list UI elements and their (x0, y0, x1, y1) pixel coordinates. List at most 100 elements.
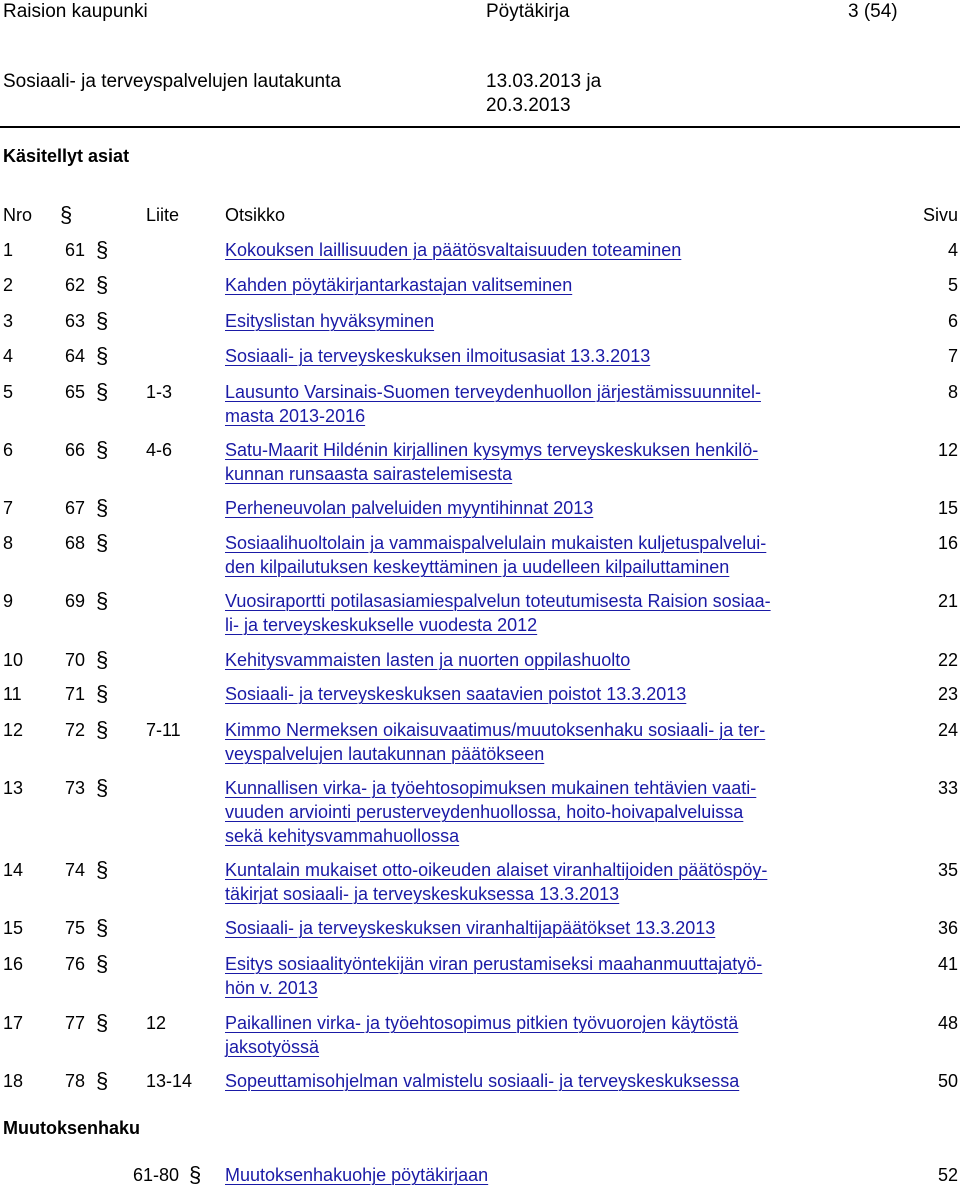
item-title-line1[interactable]: Lausunto Varsinais-Suomen terveydenhuoll… (225, 380, 761, 404)
item-number: 15 (3, 918, 24, 938)
section-sign: § (96, 775, 109, 800)
item-page: 16 (937, 533, 958, 553)
item-number: 16 (3, 954, 24, 974)
item-number: 12 (3, 720, 24, 740)
item-pykala: 62 (65, 275, 86, 295)
item-title-line2[interactable]: jaksotyössä (225, 1035, 738, 1059)
organization-name: Raision kaupunki (3, 1, 148, 22)
section-sign: § (96, 1010, 109, 1035)
item-number: 6 (3, 440, 14, 460)
item-pykala: 70 (65, 650, 86, 670)
item-page: 35 (937, 860, 958, 880)
item-title-line1[interactable]: Kimmo Nermeksen oikaisuvaatimus/muutokse… (225, 718, 765, 742)
meeting-date-line1: 13.03.2013 ja (486, 71, 602, 92)
item-number: 1 (3, 240, 14, 260)
item-attachment: 7-11 (146, 720, 181, 740)
section-sign: § (96, 588, 109, 613)
section-sign: § (96, 1068, 109, 1093)
item-title-link[interactable]: Sopeuttamisohjelman valmistelu sosiaali-… (225, 1069, 739, 1093)
column-header-nro: Nro (3, 205, 33, 225)
item-title-line1[interactable]: Satu-Maarit Hildénin kirjallinen kysymys… (225, 438, 758, 462)
item-page: 8 (947, 382, 958, 402)
item-number: 9 (3, 591, 14, 611)
item-pykala: 72 (65, 720, 86, 740)
item-title-link[interactable]: Sosiaali- ja terveyskeskuksen ilmoitusas… (225, 344, 650, 368)
item-title-link[interactable]: Sosiaali- ja terveyskeskuksen saatavien … (225, 682, 686, 706)
section-sign: § (96, 437, 109, 462)
item-pykala: 67 (65, 498, 86, 518)
item-pykala: 71 (65, 684, 86, 704)
item-number: 4 (3, 346, 14, 366)
item-number: 5 (3, 382, 14, 402)
item-title-line1[interactable]: Esityslistan hyväksyminen (225, 309, 434, 333)
item-pykala: 74 (65, 860, 86, 880)
item-title-link[interactable]: Perheneuvolan palveluiden myyntihinnat 2… (225, 496, 593, 520)
item-title-link[interactable]: Esitys sosiaalityöntekijän viran perusta… (225, 952, 762, 1000)
item-title-line2[interactable]: hön v. 2013 (225, 976, 762, 1000)
item-title-line2[interactable]: vuuden arviointi perusterveydenhuollossa… (225, 800, 756, 824)
column-header-liite: Liite (146, 205, 180, 225)
item-title-line1[interactable]: Sosiaali- ja terveyskeskuksen ilmoitusas… (225, 344, 650, 368)
item-number: 10 (3, 650, 24, 670)
item-title-link[interactable]: Kehitysvammaisten lasten ja nuorten oppi… (225, 648, 630, 672)
item-title-line1[interactable]: Sosiaalihuoltolain ja vammaispalvelulain… (225, 531, 766, 555)
item-title-link[interactable]: Sosiaali- ja terveyskeskuksen viranhalti… (225, 916, 715, 940)
item-title-link[interactable]: Paikallinen virka- ja työehtosopimus pit… (225, 1011, 738, 1059)
section-sign: § (96, 272, 109, 297)
item-pykala: 66 (65, 440, 86, 460)
item-title-line2[interactable]: kunnan runsaasta sairastelemisesta (225, 462, 758, 486)
committee-name: Sosiaali- ja terveyspalvelujen lautakunt… (3, 71, 341, 92)
item-attachment: 13-14 (146, 1071, 193, 1091)
item-page: 5 (947, 275, 958, 295)
section-sign: § (96, 237, 109, 262)
item-title-line1[interactable]: Kuntalain mukaiset otto-oikeuden alaiset… (225, 858, 767, 882)
item-page: 36 (937, 918, 958, 938)
item-title-line1[interactable]: Sosiaali- ja terveyskeskuksen saatavien … (225, 682, 686, 706)
item-title-link[interactable]: Kahden pöytäkirjantarkastajan valitsemin… (225, 273, 572, 297)
item-title-line2[interactable]: li- ja terveyskeskukselle vuodesta 2012 (225, 613, 771, 637)
item-pykala: 73 (65, 778, 86, 798)
appeal-link[interactable]: Muutoksenhakuohje pöytäkirjaan (225, 1163, 488, 1187)
item-title-link[interactable]: Kuntalain mukaiset otto-oikeuden alaiset… (225, 858, 767, 906)
item-title-line1[interactable]: Kehitysvammaisten lasten ja nuorten oppi… (225, 648, 630, 672)
item-title-line2[interactable]: veyspalvelujen lautakunnan päätökseen (225, 742, 765, 766)
section-sign: § (96, 308, 109, 333)
item-title-line2[interactable]: täkirjat sosiaali- ja terveyskeskuksessa… (225, 882, 767, 906)
header-divider (0, 126, 960, 128)
section-sign: § (96, 343, 109, 368)
item-title-line2[interactable]: masta 2013-2016 (225, 404, 761, 428)
item-title-link[interactable]: Lausunto Varsinais-Suomen terveydenhuoll… (225, 380, 761, 428)
item-title-line3[interactable]: sekä kehitysvammahuollossa (225, 824, 756, 848)
item-title-link[interactable]: Kunnallisen virka- ja työehtosopimuksen … (225, 776, 756, 848)
item-title-line1[interactable]: Sosiaali- ja terveyskeskuksen viranhalti… (225, 916, 715, 940)
item-title-line1[interactable]: Kokouksen laillisuuden ja päätösvaltaisu… (225, 238, 681, 262)
item-pykala: 63 (65, 311, 86, 331)
item-title-line1[interactable]: Paikallinen virka- ja työehtosopimus pit… (225, 1011, 738, 1035)
item-page: 33 (937, 778, 958, 798)
item-title-link[interactable]: Kimmo Nermeksen oikaisuvaatimus/muutokse… (225, 718, 765, 766)
item-title-line1[interactable]: Sopeuttamisohjelman valmistelu sosiaali-… (225, 1069, 739, 1093)
item-page: 50 (937, 1071, 958, 1091)
item-title-line1[interactable]: Perheneuvolan palveluiden myyntihinnat 2… (225, 496, 593, 520)
item-page: 41 (937, 954, 958, 974)
item-title-link[interactable]: Esityslistan hyväksyminen (225, 309, 434, 333)
item-title-line1[interactable]: Kunnallisen virka- ja työehtosopimuksen … (225, 776, 756, 800)
item-pykala: 78 (65, 1071, 86, 1091)
item-title-line1[interactable]: Kahden pöytäkirjantarkastajan valitsemin… (225, 273, 572, 297)
section-sign: § (96, 647, 109, 672)
item-title-link[interactable]: Sosiaalihuoltolain ja vammaispalvelulain… (225, 531, 766, 579)
appeal-section-sign: § (189, 1162, 202, 1187)
item-number: 3 (3, 311, 14, 331)
item-page: 7 (947, 346, 958, 366)
item-title-line2[interactable]: den kilpailutuksen keskeyttäminen ja uud… (225, 555, 766, 579)
item-pykala: 76 (65, 954, 86, 974)
item-title-link[interactable]: Satu-Maarit Hildénin kirjallinen kysymys… (225, 438, 758, 486)
item-title-link[interactable]: Kokouksen laillisuuden ja päätösvaltaisu… (225, 238, 681, 262)
item-number: 13 (3, 778, 24, 798)
column-header-otsikko: Otsikko (225, 205, 286, 225)
item-title-line1[interactable]: Esitys sosiaalityöntekijän viran perusta… (225, 952, 762, 976)
item-title-link[interactable]: Vuosiraportti potilasasiamiespalvelun to… (225, 589, 771, 637)
item-pykala: 77 (65, 1013, 86, 1033)
item-title-line1[interactable]: Vuosiraportti potilasasiamiespalvelun to… (225, 589, 771, 613)
section-sign: § (96, 379, 109, 404)
